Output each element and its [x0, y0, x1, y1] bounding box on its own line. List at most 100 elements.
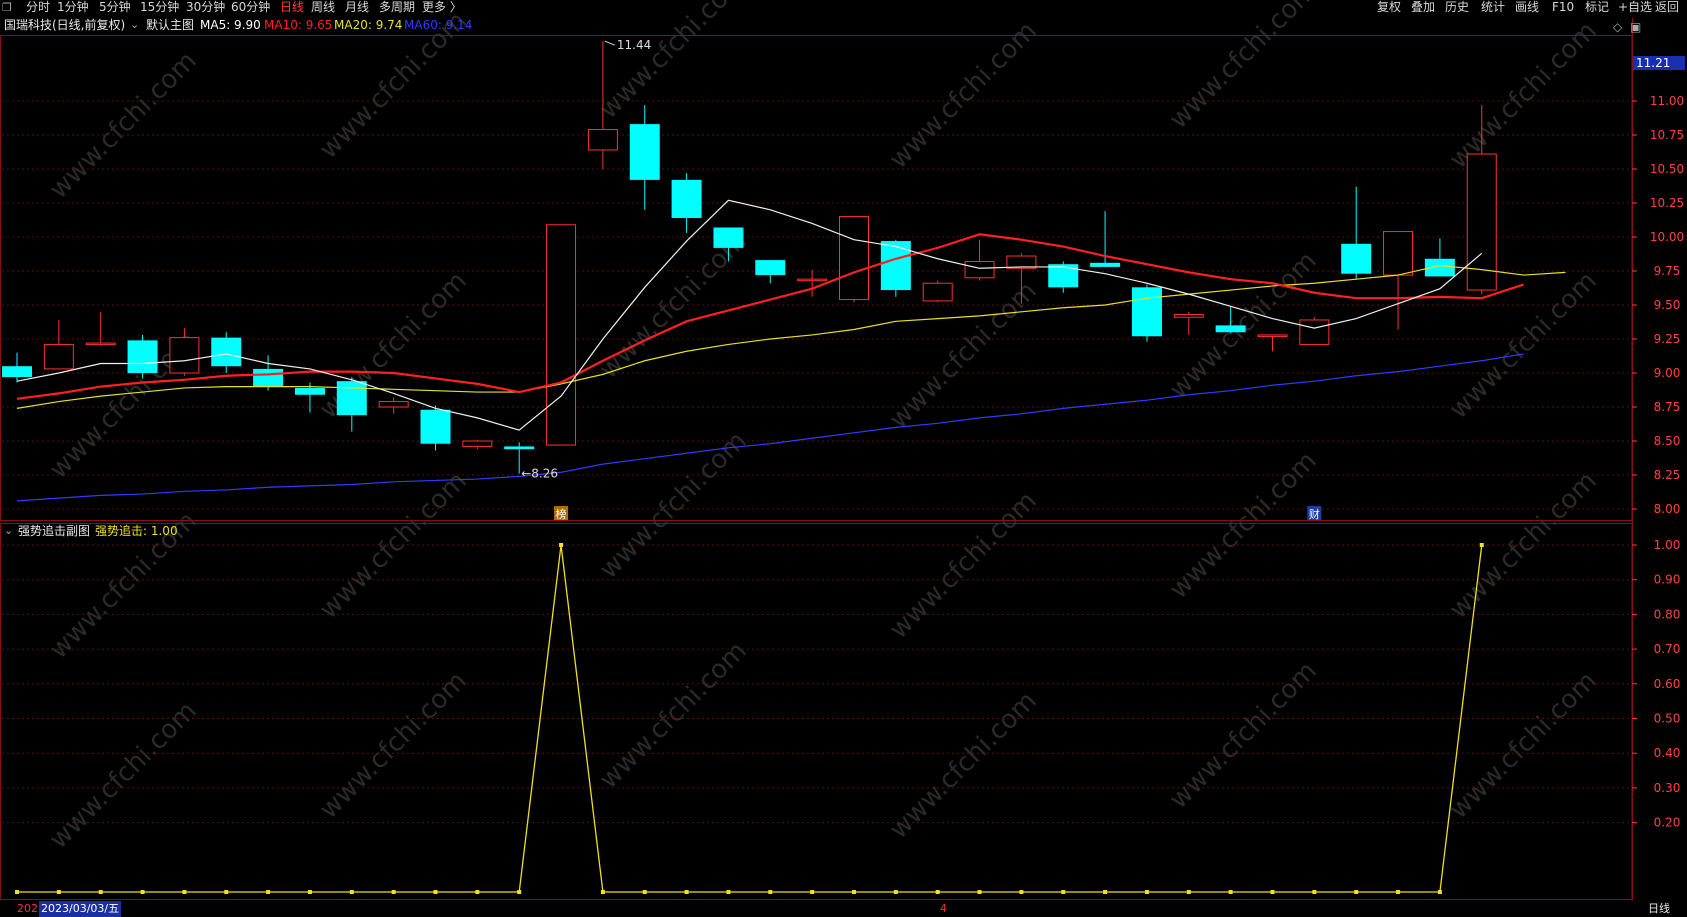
strength-point — [1103, 890, 1108, 894]
candle — [378, 397, 409, 414]
strength-point — [642, 890, 647, 894]
candle — [462, 439, 493, 450]
sub-panel-header: ⌄ 强势追击副图 强势追击: 1.00 — [0, 523, 1630, 539]
price-tick-label: 10.75 — [1650, 128, 1684, 142]
main-panel-header: 国瑞科技(日线,前复权) ⌄ 默认主图 MA5: 9.90 MA10: 9.65… — [0, 17, 1630, 33]
candle — [1383, 231, 1414, 330]
strength-point — [307, 890, 312, 894]
candle-body — [253, 368, 284, 387]
sub-value-label: 强势追击: 1.00 — [95, 524, 178, 538]
sub-panel-title[interactable]: 强势追击副图 — [18, 523, 90, 539]
candle — [1131, 284, 1162, 342]
period-label[interactable]: 日线 — [1648, 901, 1670, 917]
strength-point — [56, 890, 61, 894]
candle-body — [1341, 243, 1372, 274]
date-axis-bar: 202 2023/03/03/五 4 日线 — [0, 901, 1687, 917]
watermark-text: www.cfchi.com — [1444, 16, 1603, 175]
strength-point — [935, 890, 940, 894]
candle-body — [85, 342, 116, 346]
candle — [127, 334, 158, 379]
price-axis: 11.00 10.75 10.50 10.25 10.00 9.75 9.50 9.25 9.0… — [1632, 56, 1685, 830]
candle — [839, 216, 869, 303]
candle-body — [1048, 264, 1079, 288]
mid-date-mark: 4 — [940, 902, 947, 915]
watermark-text: www.cfchi.com — [884, 16, 1043, 175]
price-tick-label: 10.50 — [1650, 162, 1684, 176]
sub-tick-label: 0.90 — [1654, 573, 1681, 587]
strength-point — [600, 890, 605, 894]
price-tick-label: 9.75 — [1654, 264, 1681, 278]
main-grid — [2, 100, 1632, 510]
candle-body — [1257, 334, 1288, 337]
price-tick-label: 8.00 — [1654, 502, 1681, 516]
strength-point — [1144, 890, 1149, 894]
sub-toggle-icon[interactable]: ⌄ — [4, 523, 13, 539]
watermark-layer: www.cfchi.com www.cfchi.com www.cfchi.com w… — [44, 0, 1603, 855]
strength-point — [684, 890, 689, 894]
candle-body — [336, 381, 367, 416]
main-panel-border — [0, 35, 1633, 521]
candle — [629, 105, 660, 210]
sub-tick-label: 0.30 — [1654, 781, 1681, 795]
candle-body — [713, 227, 744, 248]
candle-body — [922, 282, 953, 302]
strength-point — [893, 890, 898, 894]
strength-point — [1354, 890, 1359, 894]
price-tick-label: 9.25 — [1654, 332, 1681, 346]
kline-chart[interactable]: www.cfchi.com www.cfchi.com www.cfchi.com w… — [0, 0, 1687, 917]
strength-point — [1019, 890, 1024, 894]
template-toggle-icon[interactable]: ⌄ — [130, 17, 139, 33]
strength-point — [1396, 890, 1401, 894]
candle-body — [964, 260, 995, 279]
strength-point — [1437, 890, 1442, 894]
sub-tick-label: 0.80 — [1654, 607, 1681, 621]
candle — [2, 352, 32, 383]
strength-point — [1270, 890, 1275, 894]
watermark-text: www.cfchi.com — [594, 636, 753, 795]
high-pointer — [604, 40, 616, 46]
sub-grid — [2, 544, 1632, 824]
candle-body — [504, 446, 535, 450]
ma5-label: MA5: 9.90 — [200, 18, 261, 32]
candle-body — [546, 224, 577, 446]
strength-point — [475, 890, 480, 894]
candle — [922, 280, 953, 303]
candle — [797, 269, 828, 297]
candle-body — [1299, 319, 1330, 345]
low-label: ←8.26 — [521, 467, 558, 481]
ma-lines — [16, 199, 1566, 502]
strength-point — [726, 890, 731, 894]
strength-point — [1228, 890, 1233, 894]
candle — [880, 239, 911, 297]
candle-body — [671, 179, 702, 218]
watermark-text: www.cfchi.com — [884, 686, 1043, 845]
watermark-text: www.cfchi.com — [884, 486, 1043, 645]
watermark-text: www.cfchi.com — [1164, 656, 1323, 815]
strength-point — [1061, 890, 1066, 894]
candle-body — [1215, 325, 1246, 333]
price-tick-label: 11.00 — [1650, 94, 1684, 108]
price-tick-label: 9.00 — [1654, 366, 1681, 380]
candle — [1341, 186, 1372, 280]
panel-box-icon[interactable]: ▣ — [1630, 20, 1641, 34]
candle-body — [2, 366, 32, 378]
ma20-line — [16, 264, 1566, 409]
candle — [1173, 311, 1204, 335]
candle-body — [1383, 231, 1414, 276]
candle-body — [755, 260, 786, 276]
watermark-text: www.cfchi.com — [1444, 666, 1603, 825]
strength-point — [852, 890, 856, 894]
candle — [1257, 334, 1288, 352]
strength-point — [768, 890, 773, 894]
strength-point — [1186, 890, 1191, 894]
stock-title[interactable]: 国瑞科技(日线,前复权) — [4, 17, 125, 33]
collapse-icon[interactable]: ◇ — [1613, 20, 1622, 34]
candle — [755, 260, 786, 284]
candle-body — [462, 440, 493, 447]
candle — [1424, 238, 1455, 277]
template-label[interactable]: 默认主图 — [146, 17, 194, 33]
candle-body — [127, 340, 158, 373]
sub-tick-label: 1.00 — [1654, 538, 1681, 552]
strength-point — [98, 890, 103, 894]
candle — [43, 319, 74, 370]
